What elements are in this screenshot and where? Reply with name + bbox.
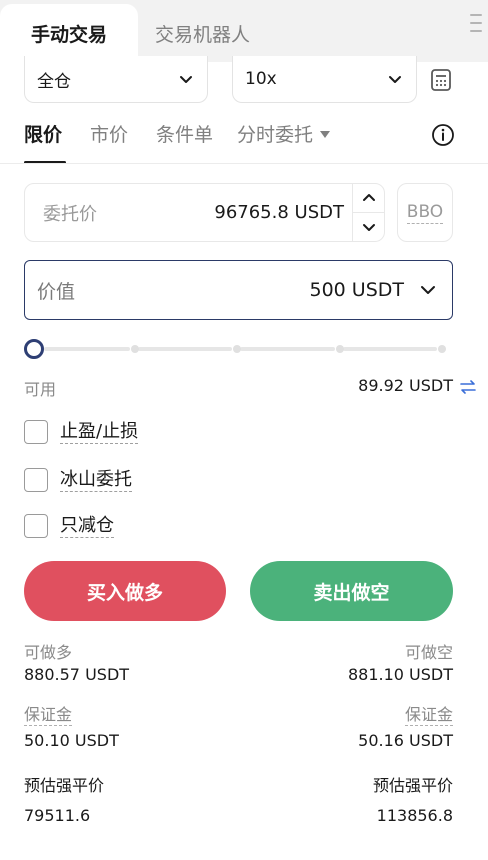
tab-market[interactable]: 市价 xyxy=(90,120,128,147)
tp-sl-checkbox[interactable] xyxy=(24,420,48,444)
tab-trading-bot[interactable]: 交易机器人 xyxy=(155,4,250,62)
slider-tick[interactable] xyxy=(131,345,139,353)
chevron-down-icon[interactable] xyxy=(418,280,438,300)
buy-long-button[interactable]: 买入做多 xyxy=(24,561,226,621)
margin-mode-select[interactable]: 全仓 xyxy=(24,56,208,103)
leverage-value: 10x xyxy=(245,69,277,89)
slider-track xyxy=(343,347,437,351)
iceberg-checkbox[interactable] xyxy=(24,468,48,492)
margin-long-label[interactable]: 保证金 xyxy=(24,705,73,726)
amount-slider[interactable] xyxy=(24,339,453,359)
slider-track xyxy=(240,347,335,351)
chevron-down-icon xyxy=(389,76,401,83)
tab-limit[interactable]: 限价 xyxy=(24,120,62,147)
slider-track xyxy=(44,347,130,351)
max-short-label: 可做空 xyxy=(404,643,453,662)
leverage-select[interactable]: 10x xyxy=(232,56,417,103)
order-price-input[interactable]: 委托价 96765.8 USDT xyxy=(24,183,385,242)
chevron-down-icon xyxy=(362,224,375,231)
liq-short-label: 预估强平价 xyxy=(372,776,453,795)
margin-short-value: 50.16 USDT xyxy=(358,731,453,750)
slider-track xyxy=(138,347,232,351)
drag-handle-icon[interactable] xyxy=(470,14,482,32)
tab-conditional[interactable]: 条件单 xyxy=(156,120,213,147)
increment-button[interactable] xyxy=(353,184,384,213)
price-stepper xyxy=(352,184,384,241)
margin-mode-value: 全仓 xyxy=(37,71,71,92)
max-short-value: 881.10 USDT xyxy=(347,665,453,684)
slider-handle[interactable] xyxy=(24,339,44,359)
decrement-button[interactable] xyxy=(353,213,384,241)
tab-twap[interactable]: 分时委托 xyxy=(237,120,332,147)
slider-tick[interactable] xyxy=(336,345,344,353)
option-reduce-only[interactable]: 只减仓 xyxy=(24,514,114,538)
liq-short-value: 113856.8 xyxy=(376,806,453,825)
reduce-only-checkbox[interactable] xyxy=(24,514,48,538)
chevron-down-icon xyxy=(180,76,192,83)
chevron-up-icon xyxy=(362,194,375,201)
slider-tick[interactable] xyxy=(438,345,446,353)
option-tp-sl[interactable]: 止盈/止损 xyxy=(24,420,139,444)
liq-long-value: 79511.6 xyxy=(24,806,91,825)
info-icon[interactable] xyxy=(431,123,455,147)
slider-tick[interactable] xyxy=(233,345,241,353)
margin-short-label[interactable]: 保证金 xyxy=(404,705,453,726)
max-long-label: 可做多 xyxy=(24,643,73,662)
calculator-icon[interactable] xyxy=(429,68,453,92)
caret-down-icon xyxy=(320,130,331,138)
option-iceberg[interactable]: 冰山委托 xyxy=(24,468,132,492)
tab-twap-label: 分时委托 xyxy=(237,124,314,146)
tabs-divider xyxy=(0,163,488,164)
tp-sl-label: 止盈/止损 xyxy=(60,420,139,444)
order-price-label: 委托价 xyxy=(43,203,97,225)
order-value-amount[interactable]: 500 USDT xyxy=(309,279,404,301)
available-label: 可用 xyxy=(24,380,57,399)
reduce-only-label: 只减仓 xyxy=(60,514,114,538)
transfer-icon[interactable] xyxy=(459,378,477,396)
tab-manual-trading[interactable]: 手动交易 xyxy=(0,4,138,62)
bbo-label: BBO xyxy=(406,201,444,224)
sell-short-button[interactable]: 卖出做空 xyxy=(250,561,453,621)
mode-tabbar: 手动交易 交易机器人 xyxy=(0,0,488,62)
bbo-button[interactable]: BBO xyxy=(397,183,453,242)
available-value: 89.92 USDT xyxy=(358,376,453,395)
max-long-value: 880.57 USDT xyxy=(24,665,130,684)
order-value-label: 价值 xyxy=(37,280,76,303)
margin-long-value: 50.10 USDT xyxy=(24,731,119,750)
order-price-value[interactable]: 96765.8 USDT xyxy=(214,202,344,223)
order-value-input[interactable]: 价值 500 USDT xyxy=(24,260,453,320)
liq-long-label: 预估强平价 xyxy=(24,776,105,795)
iceberg-label: 冰山委托 xyxy=(60,468,132,492)
